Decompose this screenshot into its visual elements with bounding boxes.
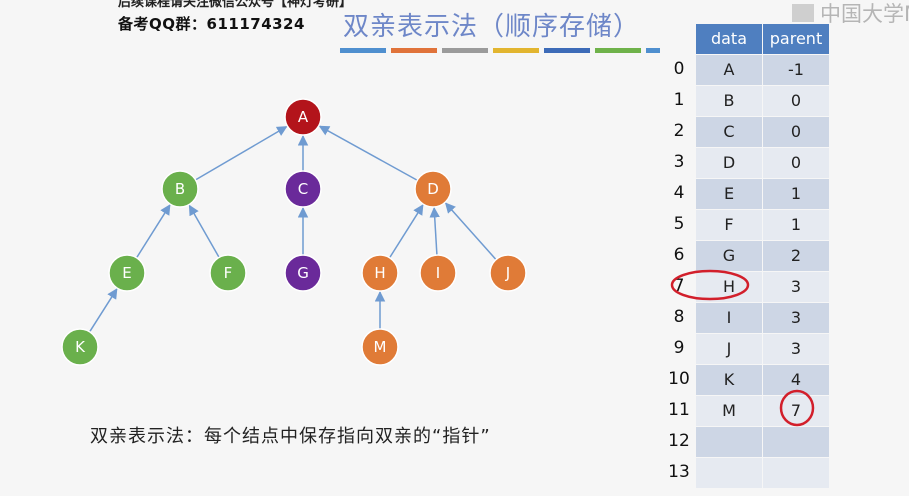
cell-data: B <box>696 86 762 116</box>
tree-node-M: M <box>361 328 399 366</box>
tree-node-H: H <box>361 254 399 292</box>
tree-node-B: B <box>161 170 199 208</box>
cell-data: G <box>696 241 762 271</box>
cell-data <box>696 427 762 457</box>
node-label: E <box>122 264 131 282</box>
tree-node-D: D <box>414 170 452 208</box>
cell-parent: 7 <box>763 396 829 426</box>
cell-data: J <box>696 334 762 364</box>
edge-H-to-D <box>388 204 424 259</box>
row-index: 12 <box>668 431 690 451</box>
edge-D-to-A <box>318 125 418 181</box>
row-index: 4 <box>673 183 685 203</box>
cell-data <box>696 458 762 488</box>
cell-data: M <box>696 396 762 426</box>
row-index: 1 <box>673 90 685 110</box>
column-header-parent: parent <box>763 24 829 54</box>
cell-parent: 3 <box>763 303 829 333</box>
row-index: 10 <box>668 369 690 389</box>
cell-parent: 3 <box>763 272 829 302</box>
node-label: J <box>505 264 510 282</box>
row-index: 0 <box>673 59 685 79</box>
cell-parent: 1 <box>763 179 829 209</box>
row-index: 13 <box>668 462 690 482</box>
row-index: 7 <box>673 276 685 296</box>
tree-node-C: C <box>284 170 322 208</box>
cell-data: D <box>696 148 762 178</box>
tree-node-F: F <box>209 254 247 292</box>
row-index: 9 <box>673 338 685 358</box>
row-index: 8 <box>673 307 685 327</box>
node-label: C <box>298 180 308 198</box>
edge-F-to-B <box>188 204 220 258</box>
node-label: I <box>436 264 440 282</box>
node-label: F <box>224 264 233 282</box>
row-index: 5 <box>673 214 685 234</box>
node-label: B <box>175 180 185 198</box>
cell-parent <box>763 427 829 457</box>
parent-representation-caption: 双亲表示法：每个结点中保存指向双亲的“指针” <box>90 426 491 447</box>
cell-data: E <box>696 179 762 209</box>
tree-node-A: A <box>284 98 322 136</box>
tree-node-I: I <box>419 254 457 292</box>
cell-data: A <box>696 55 762 85</box>
cell-data: K <box>696 365 762 395</box>
row-index: 2 <box>673 121 685 141</box>
node-label: H <box>374 264 385 282</box>
row-index: 3 <box>673 152 685 172</box>
cell-parent: 0 <box>763 117 829 147</box>
tree-node-J: J <box>489 254 527 292</box>
cell-parent: 2 <box>763 241 829 271</box>
node-label: A <box>298 108 309 126</box>
cell-parent: 0 <box>763 86 829 116</box>
cell-parent <box>763 458 829 488</box>
tree-node-K: K <box>61 328 99 366</box>
cell-parent: 3 <box>763 334 829 364</box>
cell-data: I <box>696 303 762 333</box>
cell-parent: 4 <box>763 365 829 395</box>
cell-data: F <box>696 210 762 240</box>
cell-parent: -1 <box>763 55 829 85</box>
node-label: K <box>75 338 86 356</box>
tree-node-E: E <box>108 254 146 292</box>
row-index: 11 <box>668 400 690 420</box>
cell-parent: 1 <box>763 210 829 240</box>
node-label: M <box>374 338 387 356</box>
cell-parent: 0 <box>763 148 829 178</box>
row-index: 6 <box>673 245 685 265</box>
edge-J-to-D <box>444 202 497 261</box>
edge-E-to-B <box>135 204 171 259</box>
edge-I-to-D <box>429 206 440 256</box>
edge-K-to-E <box>89 288 118 333</box>
cell-data: H <box>696 272 762 302</box>
tree-node-G: G <box>284 254 322 292</box>
edge-B-to-A <box>195 125 288 181</box>
node-label: G <box>297 264 309 282</box>
cell-data: C <box>696 117 762 147</box>
node-label: D <box>427 180 439 198</box>
column-header-data: data <box>696 24 762 54</box>
